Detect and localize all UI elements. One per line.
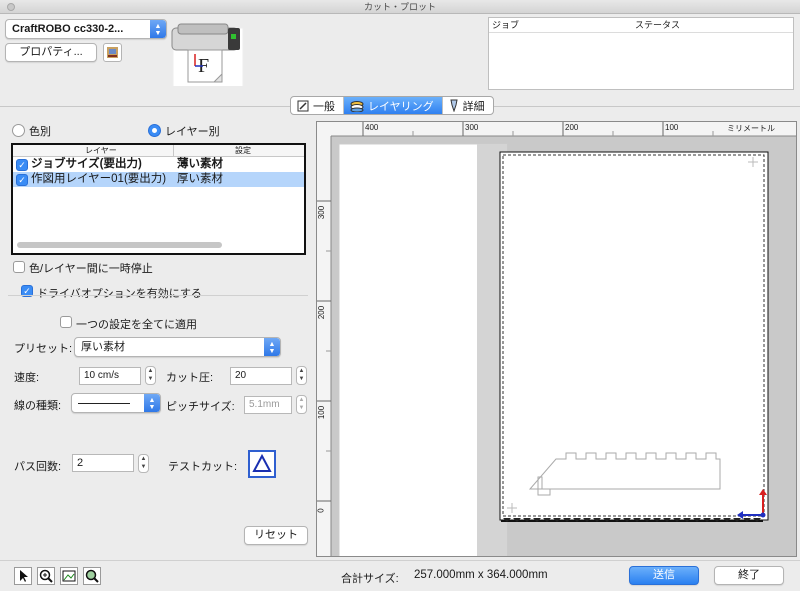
- preview-drawing: [317, 122, 796, 556]
- fit-page-icon[interactable]: [60, 567, 78, 585]
- window-title: カット・プロット: [363, 2, 436, 12]
- job-column-header: ジョブ: [492, 20, 520, 30]
- by-layer-radio[interactable]: [148, 124, 161, 137]
- apply-all-checkbox[interactable]: [60, 316, 72, 328]
- speed-field[interactable]: 10 cm/s: [79, 367, 141, 385]
- by-layer-label: レイヤー別: [165, 126, 220, 138]
- status-bar: 合計サイズ: 257.000mm x 364.000mm 送信 終了: [0, 560, 800, 591]
- preset-select[interactable]: 厚い素材 ▲ ▼: [74, 337, 281, 357]
- ruler-left-tick: 0: [316, 508, 326, 513]
- solid-line-icon: [78, 402, 130, 404]
- close-button-label: 終了: [738, 569, 760, 581]
- tab-layering-label: レイヤリング: [368, 100, 434, 113]
- layer-setting: 薄い素材: [177, 158, 223, 170]
- layer-setting: 厚い素材: [177, 173, 223, 185]
- close-window-icon[interactable]: [7, 3, 15, 11]
- ruler-top-tick: 100: [665, 123, 679, 132]
- pause-between-checkbox[interactable]: [13, 261, 25, 273]
- chevron-updown-icon: ▲ ▼: [144, 394, 160, 412]
- chevron-updown-icon: ▲ ▼: [150, 20, 166, 38]
- zoom-in-icon[interactable]: [37, 567, 55, 585]
- pitch-value: 5.1mm: [249, 399, 280, 410]
- testcut-button[interactable]: [248, 450, 276, 478]
- job-list-header: ジョブ ステータス: [489, 18, 793, 33]
- pitch-label: ピッチサイズ:: [166, 401, 235, 413]
- pause-between-label: 色/レイヤー間に一時停止: [29, 263, 153, 275]
- printer-select-value: CraftROBO cc330-2...: [12, 23, 124, 35]
- window-titlebar: カット・プロット: [0, 0, 800, 14]
- ruler-top-tick: 300: [465, 123, 479, 132]
- table-row[interactable]: ✓ 作図用レイヤー01(要出力) 厚い素材: [13, 172, 304, 187]
- tab-detail[interactable]: 詳細: [443, 97, 493, 114]
- tab-layering[interactable]: レイヤリング: [344, 97, 443, 114]
- passes-label: パス回数:: [14, 461, 62, 473]
- layer-table[interactable]: レイヤー 設定 ✓ ジョブサイズ(要出力) 薄い素材 ✓ 作図用レイヤー01(要…: [11, 143, 306, 255]
- total-size-value: 257.000mm x 364.000mm: [414, 569, 548, 581]
- reset-button-label: リセット: [254, 529, 298, 541]
- ruler-top-tick: 200: [565, 123, 579, 132]
- pitch-stepper[interactable]: ▲ ▼: [296, 395, 307, 414]
- testcut-label: テストカット:: [168, 461, 238, 473]
- horizontal-scrollbar[interactable]: [17, 242, 222, 248]
- layer-checkbox[interactable]: ✓: [16, 159, 28, 171]
- layering-icon: [350, 100, 364, 112]
- tab-bar: 一般 レイヤリング 詳細: [290, 96, 494, 115]
- reset-button[interactable]: リセット: [244, 526, 308, 545]
- properties-button[interactable]: プロパティ...: [5, 43, 97, 62]
- preset-label: プリセット:: [14, 343, 73, 355]
- enable-driver-options-label: ドライバオプションを有効にする: [37, 288, 202, 300]
- layer-checkbox[interactable]: ✓: [16, 174, 28, 186]
- pointer-tool-icon[interactable]: [14, 567, 32, 585]
- passes-field[interactable]: 2: [72, 454, 134, 472]
- printer-select[interactable]: CraftROBO cc330-2... ▲ ▼: [5, 19, 167, 39]
- cutter-illustration: F: [170, 16, 246, 89]
- apply-all-label: 一つの設定を全てに適用: [76, 319, 197, 331]
- by-color-radio[interactable]: [12, 124, 25, 137]
- zoom-view-icon[interactable]: [83, 567, 101, 585]
- detail-icon: [449, 99, 459, 113]
- send-button-label: 送信: [653, 569, 675, 581]
- ruler-top-tick: 400: [365, 123, 379, 132]
- total-size-label: 合計サイズ:: [341, 573, 399, 585]
- chevron-updown-icon: ▲ ▼: [264, 338, 280, 356]
- preset-select-value: 厚い素材: [81, 341, 125, 353]
- ruler-left-tick: 200: [317, 305, 327, 320]
- tab-detail-label: 詳細: [462, 100, 485, 113]
- close-button[interactable]: 終了: [714, 566, 784, 585]
- setting-column-header: 設定: [235, 146, 251, 155]
- options-separator: [8, 295, 308, 296]
- ruler-left-tick: 100: [317, 405, 327, 420]
- triangle-icon: [252, 453, 272, 472]
- linetype-label: 線の種類:: [14, 400, 62, 412]
- tab-general-label: 一般: [313, 100, 335, 113]
- printer-settings-icon[interactable]: [103, 43, 122, 62]
- pressure-stepper[interactable]: ▲ ▼: [296, 366, 307, 385]
- linetype-select[interactable]: ▲ ▼: [71, 393, 161, 413]
- layer-column-header: レイヤー: [85, 146, 117, 155]
- speed-value: 10 cm/s: [84, 370, 120, 381]
- status-column-header: ステータス: [635, 20, 681, 30]
- properties-button-label: プロパティ...: [19, 46, 83, 58]
- speed-label: 速度:: [14, 372, 40, 384]
- job-list[interactable]: ジョブ ステータス: [488, 17, 794, 90]
- pitch-field[interactable]: 5.1mm: [244, 396, 292, 414]
- speed-stepper[interactable]: ▲ ▼: [145, 366, 156, 385]
- pressure-label: カット圧:: [166, 372, 214, 384]
- layer-table-header: レイヤー 設定: [13, 145, 304, 157]
- by-color-label: 色別: [29, 126, 51, 138]
- pressure-field[interactable]: 20: [230, 367, 292, 385]
- ruler-left-tick: 300: [317, 205, 327, 220]
- pressure-value: 20: [235, 370, 247, 381]
- general-icon: [297, 100, 309, 112]
- ruler-unit-label: ミリメートル: [727, 124, 775, 133]
- passes-value: 2: [77, 457, 84, 469]
- send-button[interactable]: 送信: [629, 566, 699, 585]
- tab-general[interactable]: 一般: [291, 97, 344, 114]
- layer-name: ジョブサイズ(要出力): [31, 158, 142, 170]
- passes-stepper[interactable]: ▲ ▼: [138, 454, 149, 473]
- layer-name: 作図用レイヤー01(要出力): [31, 173, 167, 185]
- cut-preview-canvas[interactable]: 400 300 200 100 ミリメートル 300 200 100 0: [316, 121, 797, 557]
- table-row[interactable]: ✓ ジョブサイズ(要出力) 薄い素材: [13, 157, 304, 172]
